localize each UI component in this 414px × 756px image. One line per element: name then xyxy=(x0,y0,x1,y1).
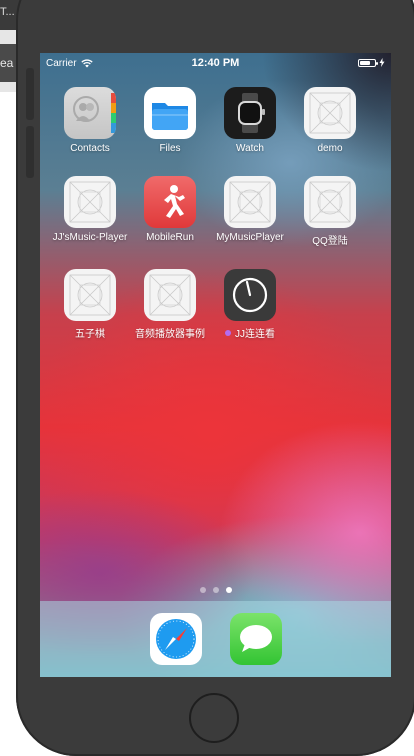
status-bar: Carrier 12:40 PM xyxy=(40,53,391,73)
files-icon xyxy=(144,87,196,139)
safari-compass-icon[interactable] xyxy=(150,613,202,665)
app-jj-lianliankan[interactable]: JJ连连看 xyxy=(210,269,290,340)
app-jjs-music-player[interactable]: JJ'sMusic-Player xyxy=(50,176,130,247)
bolt-icon xyxy=(379,58,385,67)
dock xyxy=(40,601,391,677)
app-label: JJ'sMusic-Player xyxy=(52,232,128,243)
placeholder-app-icon xyxy=(304,176,356,228)
app-contacts[interactable]: Contacts xyxy=(50,87,130,154)
new-app-dot xyxy=(225,329,231,336)
app-label: MyMusicPlayer xyxy=(216,232,284,243)
placeholder-app-icon xyxy=(144,269,196,321)
page-dot-current[interactable] xyxy=(225,587,232,593)
app-label: 音频播放器事例 xyxy=(135,329,205,340)
app-grid: Contacts Files Watch demo JJ'sMusic-Play… xyxy=(50,87,381,340)
app-qq-login[interactable]: QQ登陆 xyxy=(290,176,370,247)
page-dot[interactable] xyxy=(212,587,219,593)
running-person-icon xyxy=(144,176,196,228)
contacts-icon xyxy=(64,87,116,139)
placeholder-app-icon xyxy=(64,269,116,321)
page-dot[interactable] xyxy=(199,587,206,593)
app-label: Files xyxy=(159,143,181,154)
app-label: 五子棋 xyxy=(75,329,105,340)
app-gomoku[interactable]: 五子棋 xyxy=(50,269,130,340)
dock-apps xyxy=(150,613,282,665)
app-files[interactable]: Files xyxy=(130,87,210,154)
app-label: Watch xyxy=(236,143,264,154)
home-screen: Carrier 12:40 PM Contacts Files Watch de… xyxy=(40,53,391,677)
status-time: 12:40 PM xyxy=(191,57,240,69)
placeholder-app-icon xyxy=(224,176,276,228)
app-demo[interactable]: demo xyxy=(290,87,370,154)
placeholder-app-icon xyxy=(64,176,116,228)
page-indicator[interactable] xyxy=(40,587,391,593)
home-button[interactable] xyxy=(189,693,239,743)
host-title-fragment: T... xyxy=(0,6,15,18)
app-watch[interactable]: Watch xyxy=(210,87,290,154)
app-label-with-badge: JJ连连看 xyxy=(225,325,275,340)
app-mobilerun[interactable]: MobileRun xyxy=(130,176,210,247)
watch-icon xyxy=(224,87,276,139)
volume-up-button[interactable] xyxy=(26,68,34,120)
app-audio-player-example[interactable]: 音频播放器事例 xyxy=(130,269,210,340)
app-label: QQ登陆 xyxy=(312,236,348,247)
app-label: Contacts xyxy=(70,143,110,154)
volume-down-button[interactable] xyxy=(26,126,34,178)
app-label: JJ连连看 xyxy=(235,329,275,340)
placeholder-app-icon xyxy=(304,87,356,139)
battery-icon xyxy=(358,58,378,67)
messages-bubble-icon[interactable] xyxy=(230,613,282,665)
timer-icon xyxy=(224,269,276,321)
app-mymusicplayer[interactable]: MyMusicPlayer xyxy=(210,176,290,247)
app-label: MobileRun xyxy=(146,232,194,243)
app-label: demo xyxy=(317,143,343,154)
battery-indicator xyxy=(358,58,385,67)
host-tab-fragment: ea xyxy=(0,56,14,70)
